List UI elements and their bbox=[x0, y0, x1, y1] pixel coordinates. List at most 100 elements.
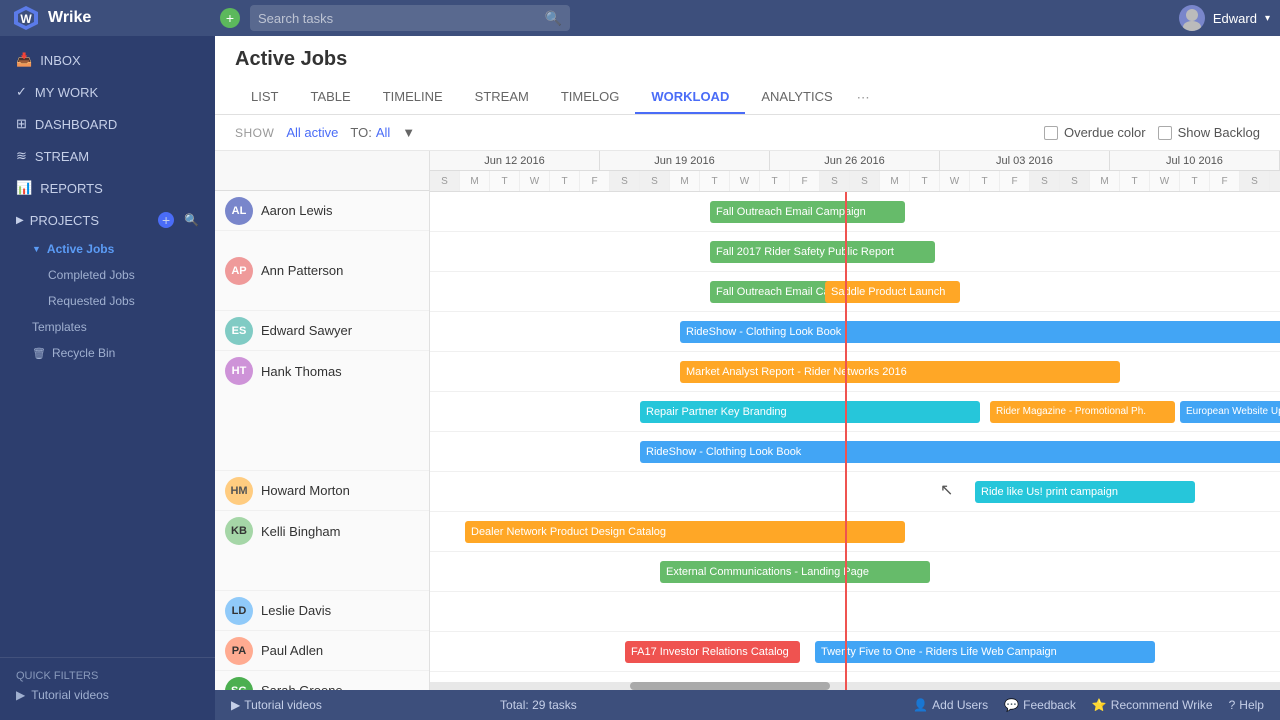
tab-analytics[interactable]: ANALYTICS bbox=[745, 81, 848, 114]
gantt-names: AL Aaron Lewis AP Ann Patterson ES Edwar… bbox=[215, 151, 430, 690]
topbar: W Wrike + 🔍 Edward ▾ bbox=[0, 0, 1280, 36]
day-cell: T bbox=[970, 171, 1000, 191]
svg-text:W: W bbox=[20, 12, 32, 26]
status-bar-actions: 👤 Add Users 💬 Feedback ⭐ Recommend Wrike… bbox=[913, 698, 1264, 712]
day-cell: F bbox=[1210, 171, 1240, 191]
projects-label: PROJECTS bbox=[30, 213, 99, 228]
gantt-row-ann-1: Fall 2017 Rider Safety Public Report bbox=[430, 232, 1280, 272]
tutorial-icon: ▶ bbox=[16, 688, 25, 702]
bar-external-comms[interactable]: External Communications - Landing Page bbox=[660, 561, 930, 583]
show-backlog-toggle[interactable]: Show Backlog bbox=[1158, 125, 1260, 140]
content: Active Jobs LIST TABLE TIMELINE STREAM T… bbox=[215, 36, 1280, 720]
bar-repair-partner[interactable]: Repair Partner Key Branding bbox=[640, 401, 980, 423]
sidebar-item-templates[interactable]: Templates bbox=[0, 314, 215, 340]
overdue-color-toggle[interactable]: Overdue color bbox=[1044, 125, 1146, 140]
day-cell: S bbox=[1060, 171, 1090, 191]
recommend-label: Recommend Wrike bbox=[1111, 698, 1213, 712]
search-project-icon[interactable]: 🔍 bbox=[184, 213, 199, 227]
avatar-kelli: KB bbox=[225, 517, 253, 545]
avatar-sarah: SG bbox=[225, 677, 253, 691]
tab-workload[interactable]: WORKLOAD bbox=[635, 81, 745, 114]
page-title: Active Jobs bbox=[235, 48, 1260, 71]
bar-fa17[interactable]: FA17 Investor Relations Catalog bbox=[625, 641, 800, 663]
week-jun26: Jun 26 2016 bbox=[770, 151, 940, 170]
bar-fall-outreach-aaron[interactable]: Fall Outreach Email Campaign bbox=[710, 201, 905, 223]
overdue-checkbox[interactable] bbox=[1044, 126, 1058, 140]
day-cell: S bbox=[1270, 171, 1280, 191]
tutorial-link[interactable]: ▶ Tutorial videos bbox=[16, 682, 199, 708]
bar-ride-like-us[interactable]: Ride like Us! print campaign bbox=[975, 481, 1195, 503]
add-users-action[interactable]: 👤 Add Users bbox=[913, 698, 988, 712]
day-cell: F bbox=[580, 171, 610, 191]
sidebar-item-recycle-bin[interactable]: 🗑 Recycle Bin bbox=[0, 340, 215, 366]
inbox-icon: 📥 bbox=[16, 52, 32, 68]
day-cell: F bbox=[790, 171, 820, 191]
sidebar-item-dashboard[interactable]: ⊞ DASHBOARD bbox=[0, 108, 215, 140]
sidebar-nav: 📥 INBOX ✓ MY WORK ⊞ DASHBOARD ≋ STREAM 📊… bbox=[0, 36, 215, 374]
bar-twenty-five[interactable]: Twenty Five to One - Riders Life Web Cam… bbox=[815, 641, 1155, 663]
gantt-area: AL Aaron Lewis AP Ann Patterson ES Edwar… bbox=[215, 151, 1280, 690]
tab-timeline[interactable]: TIMELINE bbox=[367, 81, 459, 114]
day-cell: S bbox=[1240, 171, 1270, 191]
search-input[interactable] bbox=[258, 11, 545, 26]
show-label: SHOW bbox=[235, 126, 274, 140]
day-cell: M bbox=[670, 171, 700, 191]
bar-rideshow-hank[interactable]: RideShow - Clothing Look Book bbox=[640, 441, 1280, 463]
tab-stream[interactable]: STREAM bbox=[459, 81, 545, 114]
horizontal-scrollbar[interactable] bbox=[430, 682, 1280, 690]
recommend-action[interactable]: ⭐ Recommend Wrike bbox=[1092, 698, 1213, 712]
stream-icon: ≋ bbox=[16, 148, 27, 164]
logo: W Wrike bbox=[10, 2, 210, 34]
sidebar-item-reports[interactable]: 📊 REPORTS bbox=[0, 172, 215, 204]
gantt-name-aaron-lewis: AL Aaron Lewis bbox=[215, 191, 429, 231]
day-cell: T bbox=[1180, 171, 1210, 191]
bar-rideshow-edward[interactable]: RideShow - Clothing Look Book bbox=[680, 321, 1280, 343]
bar-rider-magazine[interactable]: Rider Magazine - Promotional Ph. bbox=[990, 401, 1175, 423]
gantt-row-hank-1: Market Analyst Report - Rider Networks 2… bbox=[430, 352, 1280, 392]
day-cell: S bbox=[430, 171, 460, 191]
topbar-right: Edward ▾ bbox=[1179, 5, 1270, 31]
tutorial-status[interactable]: ▶ Tutorial videos bbox=[231, 698, 322, 712]
tab-table[interactable]: TABLE bbox=[294, 81, 366, 114]
week-jul10: Jul 10 2016 bbox=[1110, 151, 1280, 170]
my-work-icon: ✓ bbox=[16, 84, 27, 100]
user-name: Edward bbox=[1213, 11, 1257, 26]
feedback-action[interactable]: 💬 Feedback bbox=[1004, 698, 1076, 712]
sidebar-item-requested-jobs[interactable]: Requested Jobs bbox=[0, 288, 215, 314]
feedback-label: Feedback bbox=[1023, 698, 1076, 712]
bar-market-analyst[interactable]: Market Analyst Report - Rider Networks 2… bbox=[680, 361, 1120, 383]
day-cell: S bbox=[820, 171, 850, 191]
filter-icon[interactable]: ▼ bbox=[402, 125, 415, 140]
bar-rider-safety[interactable]: Fall 2017 Rider Safety Public Report bbox=[710, 241, 935, 263]
all-active-filter[interactable]: All active bbox=[286, 125, 338, 140]
tab-list[interactable]: LIST bbox=[235, 81, 294, 114]
sidebar-item-active-jobs[interactable]: ▼ Active Jobs bbox=[0, 236, 215, 262]
day-cell: T bbox=[550, 171, 580, 191]
add-project-icon[interactable]: + bbox=[158, 212, 174, 228]
gantt-row-paul: FA17 Investor Relations Catalog Twenty F… bbox=[430, 632, 1280, 672]
user-dropdown-icon[interactable]: ▾ bbox=[1265, 13, 1270, 24]
sidebar-item-stream[interactable]: ≋ STREAM bbox=[0, 140, 215, 172]
to-value[interactable]: All bbox=[376, 125, 390, 140]
gantt-row-howard: Ride like Us! print campaign ↖ bbox=[430, 472, 1280, 512]
tab-more[interactable]: ⋯ bbox=[849, 82, 878, 114]
help-action[interactable]: ? Help bbox=[1229, 698, 1264, 712]
tab-timelog[interactable]: TIMELOG bbox=[545, 81, 636, 114]
bar-dealer-network[interactable]: Dealer Network Product Design Catalog bbox=[465, 521, 905, 543]
sidebar-projects-header[interactable]: ▶ PROJECTS + 🔍 bbox=[0, 204, 215, 236]
add-button[interactable]: + bbox=[220, 8, 240, 28]
gantt-scroll[interactable]: Jun 12 2016 Jun 19 2016 Jun 26 2016 Jul … bbox=[430, 151, 1280, 690]
day-cell: T bbox=[1120, 171, 1150, 191]
gantt-row-leslie bbox=[430, 592, 1280, 632]
gantt-row-hank-3: RideShow - Clothing Look Book bbox=[430, 432, 1280, 472]
add-users-icon: 👤 bbox=[913, 698, 928, 712]
bar-european-website[interactable]: European Website Update bbox=[1180, 401, 1280, 423]
sidebar-item-completed-jobs[interactable]: Completed Jobs bbox=[0, 262, 215, 288]
avatar-ann: AP bbox=[225, 257, 253, 285]
avatar-edward: ES bbox=[225, 317, 253, 345]
sidebar-item-inbox[interactable]: 📥 INBOX bbox=[0, 44, 215, 76]
recycle-icon: 🗑 bbox=[32, 347, 46, 360]
backlog-checkbox[interactable] bbox=[1158, 126, 1172, 140]
sidebar-item-my-work[interactable]: ✓ MY WORK bbox=[0, 76, 215, 108]
day-cell: F bbox=[1000, 171, 1030, 191]
